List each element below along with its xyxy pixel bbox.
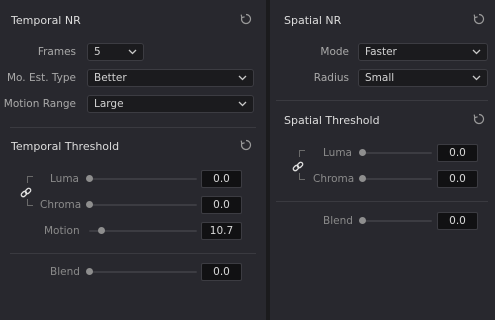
temporal-chroma-field[interactable]: 0.0: [201, 196, 242, 214]
temporal-luma-slider[interactable]: [86, 175, 197, 182]
temporal-blend-label: Blend: [50, 266, 80, 278]
chevron-down-icon: [128, 49, 137, 55]
spatial-chroma-slider[interactable]: [359, 175, 432, 182]
link-bracket-top: [299, 150, 305, 157]
spatial-blend-label: Blend: [323, 215, 353, 227]
spatial-luma-field[interactable]: 0.0: [437, 144, 478, 162]
temporal-motion-field[interactable]: 10.7: [201, 222, 242, 240]
spatial-chroma-field[interactable]: 0.0: [437, 170, 478, 188]
frames-label: Frames: [37, 46, 76, 58]
divider: [10, 127, 256, 128]
slider-knob[interactable]: [86, 268, 93, 275]
link-bracket-top: [27, 176, 33, 183]
chevron-down-icon: [472, 75, 481, 81]
temporal-blend-field[interactable]: 0.0: [201, 263, 242, 281]
mode-dropdown[interactable]: Faster: [358, 43, 488, 61]
frames-value: 5: [94, 46, 101, 58]
temporal-chroma-label: Chroma: [40, 199, 82, 211]
divider: [276, 201, 488, 202]
spatial-chroma-label: Chroma: [313, 173, 355, 185]
link-bracket-bottom: [27, 199, 33, 206]
slider-knob[interactable]: [359, 149, 366, 156]
temporal-motion-slider[interactable]: [89, 227, 197, 234]
mode-label: Mode: [320, 46, 349, 58]
divider: [276, 100, 488, 101]
reset-icon[interactable]: [240, 139, 252, 151]
radius-dropdown[interactable]: Small: [358, 69, 488, 87]
slider-knob[interactable]: [359, 217, 366, 224]
temporal-threshold-title: Temporal Threshold: [11, 140, 120, 153]
divider: [10, 253, 256, 254]
reset-icon[interactable]: [473, 113, 485, 125]
mode-value: Faster: [365, 46, 397, 58]
spatial-nr-panel: Spatial NR Mode Faster Radius Small Spat…: [270, 0, 495, 320]
chevron-down-icon: [238, 101, 247, 107]
chevron-down-icon: [472, 49, 481, 55]
reset-icon[interactable]: [240, 13, 252, 25]
slider-knob[interactable]: [86, 175, 93, 182]
spatial-blend-field[interactable]: 0.0: [437, 212, 478, 230]
slider-knob[interactable]: [86, 201, 93, 208]
temporal-luma-field[interactable]: 0.0: [201, 170, 242, 188]
temporal-blend-slider[interactable]: [86, 268, 197, 275]
frames-dropdown[interactable]: 5: [87, 43, 144, 61]
temporal-nr-panel: Temporal NR Frames 5 Mo. Est. Type Bette…: [0, 0, 266, 320]
spatial-luma-label: Luma: [323, 147, 352, 159]
spatial-nr-title: Spatial NR: [284, 14, 342, 27]
spatial-threshold-title: Spatial Threshold: [284, 114, 380, 127]
spatial-blend-slider[interactable]: [359, 217, 432, 224]
mo-est-type-dropdown[interactable]: Better: [87, 69, 254, 87]
radius-label: Radius: [313, 72, 349, 84]
motion-range-dropdown[interactable]: Large: [87, 95, 254, 113]
radius-value: Small: [365, 72, 395, 84]
temporal-luma-label: Luma: [50, 173, 79, 185]
chevron-down-icon: [238, 75, 247, 81]
motion-range-value: Large: [94, 98, 124, 110]
temporal-nr-title: Temporal NR: [11, 14, 81, 27]
slider-knob[interactable]: [97, 227, 105, 234]
link-bracket-bottom: [299, 173, 305, 180]
temporal-chroma-slider[interactable]: [86, 201, 197, 208]
slider-knob[interactable]: [359, 175, 366, 182]
mo-est-type-label: Mo. Est. Type: [7, 72, 76, 84]
spatial-luma-slider[interactable]: [359, 149, 432, 156]
reset-icon[interactable]: [473, 13, 485, 25]
mo-est-type-value: Better: [94, 72, 127, 84]
temporal-motion-label: Motion: [44, 225, 80, 237]
motion-range-label: Motion Range: [3, 98, 76, 110]
